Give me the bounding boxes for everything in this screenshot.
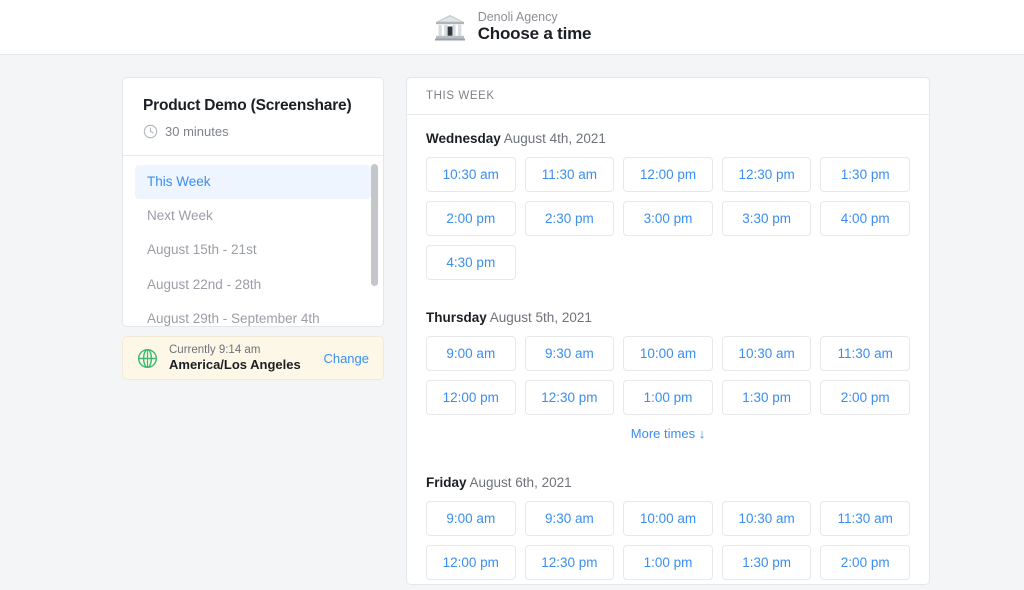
week-item-this-week[interactable]: This Week — [135, 165, 371, 199]
time-slot-button[interactable]: 11:30 am — [820, 501, 910, 536]
event-duration-label: 30 minutes — [165, 124, 229, 139]
time-slot-button[interactable]: 9:30 am — [525, 501, 615, 536]
header-content: Denoli Agency Choose a time — [433, 10, 592, 44]
time-slot-button[interactable]: 2:00 pm — [426, 201, 516, 236]
time-slot-button[interactable]: 1:30 pm — [722, 380, 812, 415]
header-text-block: Denoli Agency Choose a time — [478, 10, 592, 44]
time-slot-button[interactable]: 12:30 pm — [722, 157, 812, 192]
week-list-scrollbar[interactable] — [371, 164, 378, 320]
slots-panel-header: THIS WEEK — [407, 78, 929, 115]
day-name: Friday — [426, 475, 467, 490]
time-slot-button[interactable]: 12:30 pm — [525, 545, 615, 580]
group-spacer — [426, 451, 910, 475]
time-slot-button[interactable]: 12:00 pm — [623, 157, 713, 192]
week-list-scrollbar-thumb[interactable] — [371, 164, 378, 286]
time-slot-button[interactable]: 2:30 pm — [525, 201, 615, 236]
app-header: Denoli Agency Choose a time — [0, 0, 1024, 55]
left-column: Product Demo (Screenshare) 30 minutes Th… — [122, 77, 384, 380]
group-spacer — [426, 286, 910, 310]
day-date: August 4th, 2021 — [501, 131, 606, 146]
time-slot-button[interactable]: 1:00 pm — [623, 380, 713, 415]
day-heading: Wednesday August 4th, 2021 — [426, 131, 910, 146]
time-slot-button[interactable]: 9:00 am — [426, 336, 516, 371]
time-slot-button[interactable]: 10:30 am — [426, 157, 516, 192]
event-title: Product Demo (Screenshare) — [143, 97, 363, 115]
day-group: Thursday August 5th, 20219:00 am9:30 am1… — [426, 310, 910, 445]
time-slot-button[interactable]: 4:00 pm — [820, 201, 910, 236]
more-times-link[interactable]: More times ↓ — [426, 415, 910, 445]
change-timezone-link[interactable]: Change — [323, 351, 369, 366]
week-item-aug-22-28[interactable]: August 22nd - 28th — [135, 268, 371, 302]
event-duration: 30 minutes — [143, 124, 363, 139]
current-time-label: Currently 9:14 am — [169, 343, 312, 357]
organization-name: Denoli Agency — [478, 10, 592, 24]
time-slot-button[interactable]: 3:00 pm — [623, 201, 713, 236]
slot-grid: 9:00 am 9:30 am10:00 am 10:30 am11:30 am 12… — [426, 501, 910, 580]
time-slot-button[interactable]: 1:30 pm — [722, 545, 812, 580]
time-slot-button[interactable]: 9:00 am — [426, 501, 516, 536]
week-item-next-week[interactable]: Next Week — [135, 199, 371, 233]
bank-building-icon — [433, 10, 467, 44]
clock-icon — [143, 124, 158, 139]
time-slot-button[interactable]: 11:30 am — [820, 336, 910, 371]
time-slot-button[interactable]: 4:30 pm — [426, 245, 516, 280]
slots-panel-body: Wednesday August 4th, 202110:30 am11:30 … — [407, 115, 929, 585]
day-heading: Thursday August 5th, 2021 — [426, 310, 910, 325]
timezone-name: America/Los Angeles — [169, 357, 312, 373]
globe-icon — [137, 348, 158, 369]
time-slots-panel: THIS WEEK Wednesday August 4th, 2021 10:3… — [406, 77, 930, 585]
week-item-aug-15-21[interactable]: August 15th - 21st — [135, 233, 371, 267]
page-title: Choose a time — [478, 24, 592, 44]
week-list[interactable]: This Week Next Week August 15th - 21st A… — [123, 156, 383, 326]
day-group: Wednesday August 4th, 2021 10:30 am 11:30 … — [426, 131, 910, 280]
time-slot-button[interactable]: 1:30 pm — [820, 157, 910, 192]
event-card: Product Demo (Screenshare) 30 minutes Th… — [122, 77, 384, 327]
time-slot-button[interactable]: 12:00 pm — [426, 380, 516, 415]
time-slot-button[interactable]: 10:00 am — [623, 336, 713, 371]
day-group: Friday August 6th, 20219:00 am9:30 am10:… — [426, 475, 910, 585]
time-slot-button[interactable]: 3:30 pm — [722, 201, 812, 236]
slot-grid: 10:30 am 11:30 am12:00 pm 12:30 pm1:30 pm 2… — [426, 157, 910, 280]
time-slot-button[interactable]: 12:30 pm — [525, 380, 615, 415]
day-name: Thursday — [426, 310, 487, 325]
time-slot-button[interactable]: 2:00 pm — [820, 545, 910, 580]
page-body: Product Demo (Screenshare) 30 minutes Th… — [0, 55, 1024, 585]
timezone-text-block: Currently 9:14 am America/Los Angeles — [169, 343, 312, 374]
week-item-aug-29-sep-4[interactable]: August 29th - September 4th — [135, 302, 371, 326]
time-slot-button[interactable]: 1:00 pm — [623, 545, 713, 580]
event-header: Product Demo (Screenshare) 30 minutes — [123, 78, 383, 156]
time-slot-button[interactable]: 10:00 am — [623, 501, 713, 536]
time-slot-button[interactable]: 10:30 am — [722, 336, 812, 371]
day-heading: Friday August 6th, 2021 — [426, 475, 910, 490]
time-slot-button[interactable]: 9:30 am — [525, 336, 615, 371]
time-slot-button[interactable]: 11:30 am — [525, 157, 615, 192]
day-date: August 6th, 2021 — [467, 475, 572, 490]
time-slot-button[interactable]: 12:00 pm — [426, 545, 516, 580]
time-slot-button[interactable]: 2:00 pm — [820, 380, 910, 415]
day-name: Wednesday — [426, 131, 501, 146]
more-times-link[interactable]: More times ↓ — [426, 580, 910, 585]
time-slot-button[interactable]: 10:30 am — [722, 501, 812, 536]
timezone-bar: Currently 9:14 am America/Los Angeles Ch… — [122, 336, 384, 380]
day-date: August 5th, 2021 — [487, 310, 592, 325]
slot-grid: 9:00 am 9:30 am10:00 am 10:30 am11:30 am 12… — [426, 336, 910, 415]
